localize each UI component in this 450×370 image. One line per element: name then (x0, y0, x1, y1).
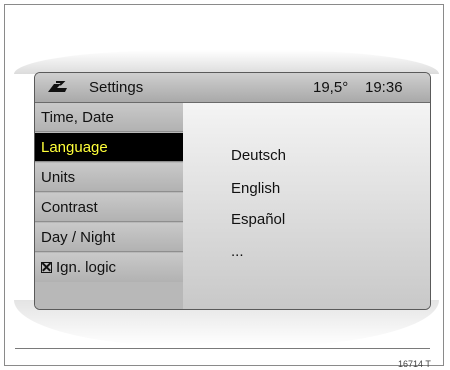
page-title: Settings (89, 79, 144, 96)
language-option-english[interactable]: English (231, 180, 280, 197)
menu-item-contrast[interactable]: Contrast (35, 193, 183, 222)
car-settings-icon (48, 81, 67, 92)
menu-item-label: Time, Date (41, 109, 114, 126)
menu-item-units[interactable]: Units (35, 163, 183, 192)
clock-readout: 19:36 (365, 79, 403, 96)
menu-item-day-night[interactable]: Day / Night (35, 223, 183, 252)
menu-item-label: Units (41, 169, 76, 186)
divider-line (15, 348, 430, 349)
menu-item-language[interactable]: Language (35, 133, 189, 162)
settings-menu: Time, Date Language Units Contrast Day /… (35, 103, 189, 309)
header-bar: Settings 19,5° 19:36 (35, 73, 430, 103)
language-option-espanol[interactable]: Español (231, 211, 285, 228)
menu-item-label: Language (41, 139, 108, 156)
menu-item-label: Ign. logic (56, 259, 117, 276)
menu-item-ign-logic[interactable]: Ign. logic (35, 253, 183, 282)
language-options: Deutsch English Español ... (183, 103, 430, 309)
menu-item-label: Day / Night (41, 229, 116, 246)
menu-item-label: Contrast (41, 199, 98, 216)
display-screen: Settings 19,5° 19:36 Time, Date Language… (34, 72, 431, 310)
temperature-readout: 19,5° (313, 79, 349, 96)
language-option-more[interactable]: ... (231, 243, 244, 260)
checkbox-checked-icon[interactable] (41, 262, 52, 273)
figure-code: 16714 T (398, 359, 431, 369)
menu-item-time-date[interactable]: Time, Date (35, 103, 183, 132)
language-option-deutsch[interactable]: Deutsch (231, 147, 286, 164)
